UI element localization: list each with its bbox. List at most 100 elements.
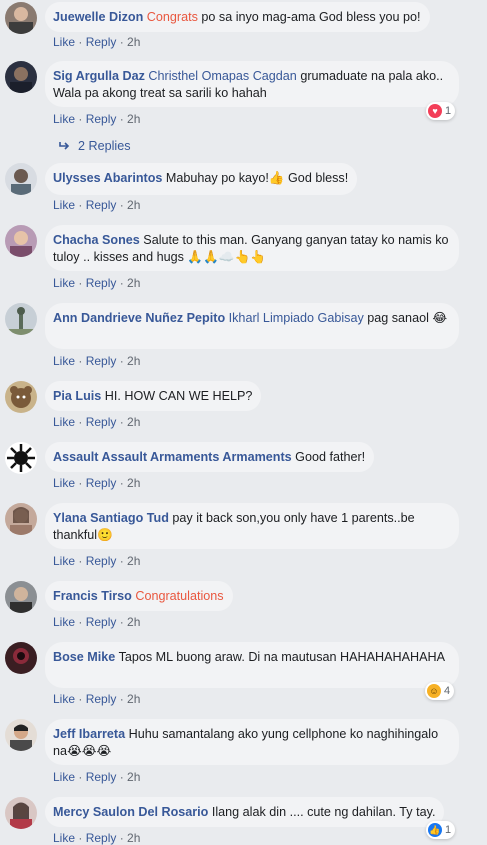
reply-button[interactable]: Reply <box>86 35 117 49</box>
view-replies-link[interactable]: 2 Replies <box>58 139 131 153</box>
avatar[interactable] <box>5 381 37 413</box>
comment-actions: Like · Reply · 2h <box>53 770 141 784</box>
comment-author[interactable]: Ulysses Abarintos <box>53 171 162 185</box>
comment-actions: Like · Reply · 2h <box>53 354 141 368</box>
reply-button[interactable]: Reply <box>86 615 117 629</box>
comment-tag[interactable]: Congrats <box>147 10 198 24</box>
laugh-icon: ☺ <box>427 684 441 698</box>
comment-bubble: Ann Dandrieve Nuñez Pepito Ikharl Limpia… <box>45 303 459 349</box>
timestamp[interactable]: 2h <box>127 476 140 490</box>
avatar[interactable] <box>5 503 37 535</box>
comment-actions: Like · Reply · 2h <box>53 198 141 212</box>
comment-actions: Like · Reply · 2h <box>53 415 141 429</box>
like-button[interactable]: Like <box>53 831 75 845</box>
comment-tag[interactable]: Christhel Omapas Cagdan <box>148 69 296 83</box>
comment-bubble: Mercy Saulon Del Rosario Ilang alak din … <box>45 797 445 827</box>
like-button[interactable]: Like <box>53 476 75 490</box>
comment-author[interactable]: Juewelle Dizon <box>53 10 143 24</box>
like-button[interactable]: Like <box>53 112 75 126</box>
comment-bubble: Sig Argulla Daz Christhel Omapas Cagdan … <box>45 61 459 107</box>
replies-label: 2 Replies <box>78 139 131 153</box>
reply-button[interactable]: Reply <box>86 112 117 126</box>
avatar[interactable] <box>5 719 37 751</box>
comment-tag[interactable]: Congratulations <box>135 589 223 603</box>
like-button[interactable]: Like <box>53 35 75 49</box>
reaction-count: 1 <box>445 105 452 117</box>
like-button[interactable]: Like <box>53 198 75 212</box>
reply-button[interactable]: Reply <box>86 198 117 212</box>
comment-bubble: Ylana Santiago Tud pay it back son,you o… <box>45 503 459 549</box>
reply-button[interactable]: Reply <box>86 276 117 290</box>
comment-actions: Like · Reply · 2h <box>53 615 141 629</box>
comment-bubble: Assault Assault Armaments Armaments Good… <box>45 442 375 472</box>
comment-bubble: Francis Tirso Congratulations <box>45 581 233 611</box>
timestamp[interactable]: 2h <box>127 35 140 49</box>
like-button[interactable]: Like <box>53 354 75 368</box>
reply-button[interactable]: Reply <box>86 476 117 490</box>
avatar[interactable] <box>5 797 37 829</box>
comment-text: Ilang alak din .... cute ng dahilan. Ty … <box>211 805 436 819</box>
like-button[interactable]: Like <box>53 692 75 706</box>
like-button[interactable]: Like <box>53 770 75 784</box>
comment-text: HI. HOW CAN WE HELP? <box>104 389 253 403</box>
avatar[interactable] <box>5 225 37 257</box>
comment-text: pag sanaol 😂 <box>367 311 448 325</box>
comment-bubble: Juewelle Dizon Congrats po sa inyo mag-a… <box>45 2 430 32</box>
reaction-badge[interactable]: 👍 1 <box>426 821 456 839</box>
comment-bubble: Ulysses Abarintos Mabuhay po kayo!👍 God … <box>45 163 358 195</box>
comment-actions: Like · Reply · 2h <box>53 831 141 845</box>
timestamp[interactable]: 2h <box>127 276 140 290</box>
timestamp[interactable]: 2h <box>127 415 140 429</box>
comment-actions: Like · Reply · 2h <box>53 692 141 706</box>
avatar[interactable] <box>5 2 37 34</box>
avatar[interactable] <box>5 61 37 93</box>
comment-author[interactable]: Pia Luis <box>53 389 101 403</box>
timestamp[interactable]: 2h <box>127 770 140 784</box>
timestamp[interactable]: 2h <box>127 615 140 629</box>
comment-author[interactable]: Jeff Ibarreta <box>53 727 125 741</box>
reply-button[interactable]: Reply <box>86 354 117 368</box>
timestamp[interactable]: 2h <box>127 692 140 706</box>
avatar[interactable] <box>5 163 37 195</box>
comment-bubble: Bose Mike Tapos ML buong araw. Di na mau… <box>45 642 459 688</box>
like-button[interactable]: Like <box>53 615 75 629</box>
comment-author[interactable]: Ann Dandrieve Nuñez Pepito <box>53 311 225 325</box>
comment-author[interactable]: Mercy Saulon Del Rosario <box>53 805 208 819</box>
timestamp[interactable]: 2h <box>127 554 140 568</box>
like-button[interactable]: Like <box>53 554 75 568</box>
comment-bubble: Jeff Ibarreta Huhu samantalang ako yung … <box>45 719 459 765</box>
like-button[interactable]: Like <box>53 415 75 429</box>
avatar[interactable] <box>5 442 37 474</box>
comment-author[interactable]: Francis Tirso <box>53 589 132 603</box>
comment-actions: Like · Reply · 2h <box>53 276 141 290</box>
comment-tag[interactable]: Ikharl Limpiado Gabisay <box>229 311 364 325</box>
comment-text: Good father! <box>295 450 366 464</box>
comment-actions: Like · Reply · 2h <box>53 112 141 126</box>
reply-button[interactable]: Reply <box>86 770 117 784</box>
reply-button[interactable]: Reply <box>86 415 117 429</box>
comment-author[interactable]: Bose Mike <box>53 650 115 664</box>
comment-author[interactable]: Chacha Sones <box>53 233 140 247</box>
comment-author[interactable]: Assault Assault Armaments Armaments <box>53 450 292 464</box>
comment-author[interactable]: Ylana Santiago Tud <box>53 511 169 525</box>
reply-button[interactable]: Reply <box>86 554 117 568</box>
avatar[interactable] <box>5 642 37 674</box>
heart-icon: ♥ <box>428 104 442 118</box>
reaction-badge[interactable]: ☺ 4 <box>425 682 455 700</box>
comment-actions: Like · Reply · 2h <box>53 35 141 49</box>
timestamp[interactable]: 2h <box>127 198 140 212</box>
comment-author[interactable]: Sig Argulla Daz <box>53 69 145 83</box>
reply-button[interactable]: Reply <box>86 692 117 706</box>
comment-actions: Like · Reply · 2h <box>53 554 141 568</box>
timestamp[interactable]: 2h <box>127 354 140 368</box>
timestamp[interactable]: 2h <box>127 831 140 845</box>
reply-button[interactable]: Reply <box>86 831 117 845</box>
comment-actions: Like · Reply · 2h <box>53 476 141 490</box>
reaction-count: 1 <box>445 824 452 836</box>
reaction-badge[interactable]: ♥ 1 <box>426 102 456 120</box>
timestamp[interactable]: 2h <box>127 112 140 126</box>
avatar[interactable] <box>5 303 37 335</box>
comment-text: po sa inyo mag-ama God bless you po! <box>201 10 421 24</box>
like-button[interactable]: Like <box>53 276 75 290</box>
avatar[interactable] <box>5 581 37 613</box>
